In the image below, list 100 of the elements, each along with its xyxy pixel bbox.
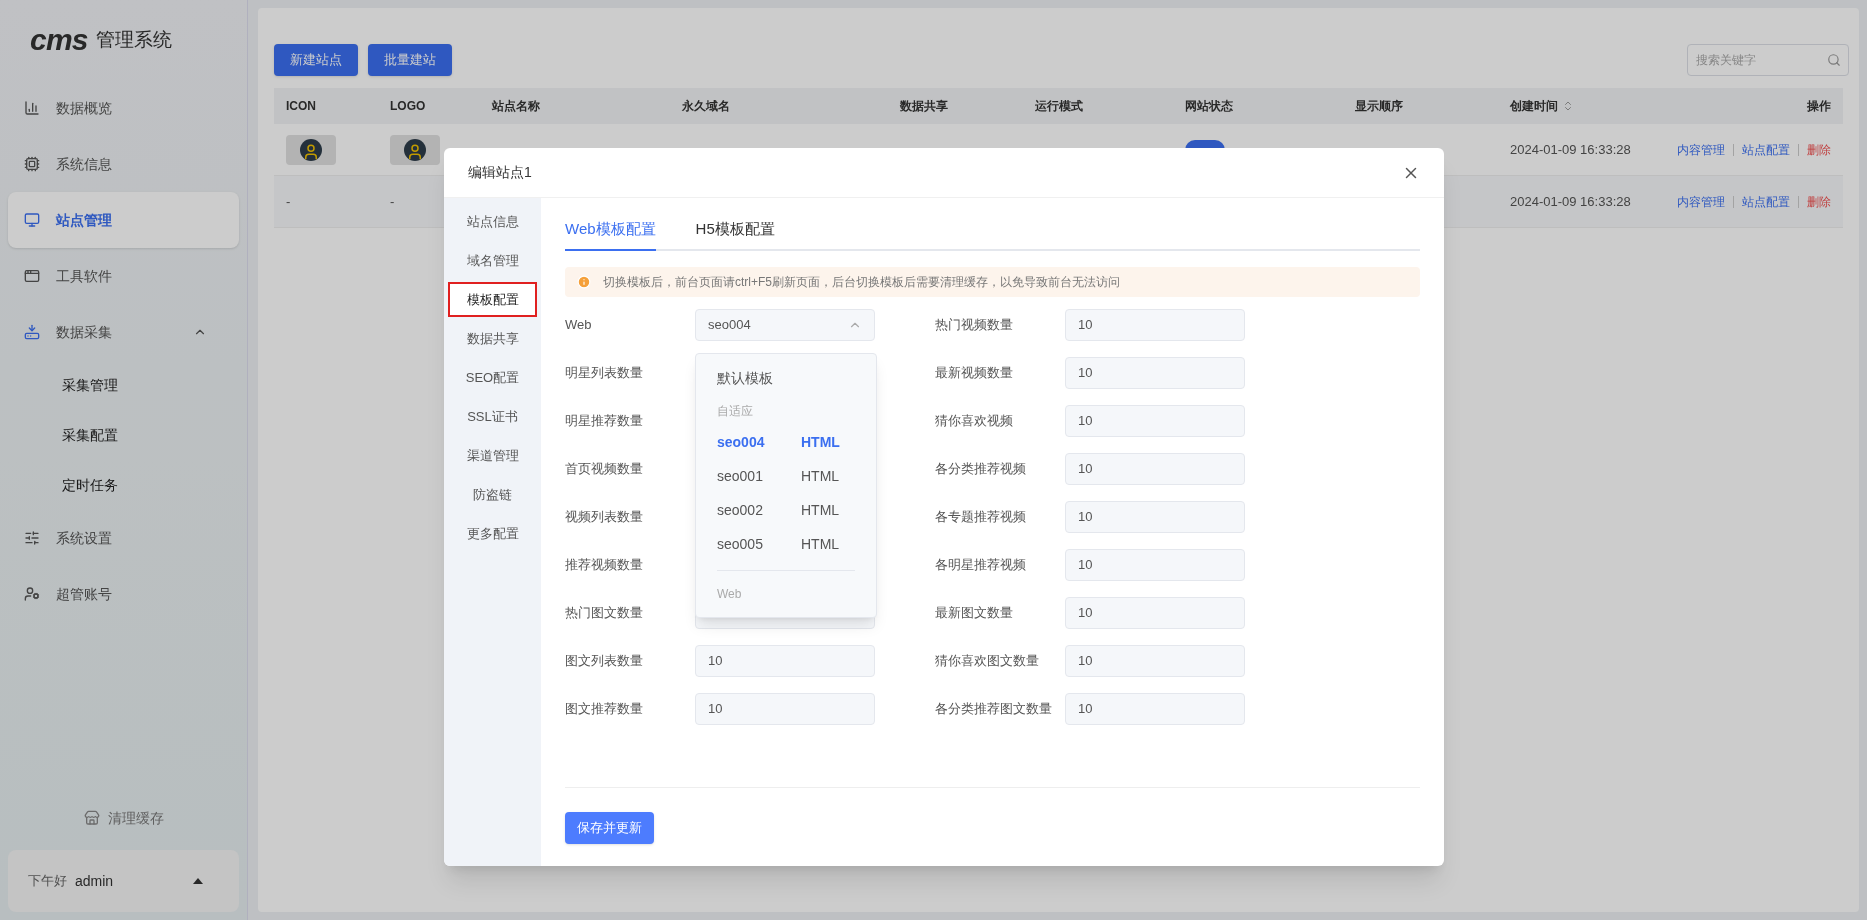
chip-icon (24, 156, 40, 172)
download-box-icon (24, 324, 40, 340)
group-label: Web (716, 585, 743, 603)
sort-icon (1562, 100, 1574, 112)
search-icon (1827, 53, 1841, 67)
info-icon (577, 274, 591, 289)
greeting: 下午好 (28, 872, 67, 891)
logo: cms (30, 25, 88, 55)
table-cell: - (286, 193, 291, 209)
field-label: 热门图文数量 (565, 603, 644, 622)
nav-item[interactable]: 系统设置 (8, 510, 239, 566)
modal-nav-item[interactable]: 数据共享 (448, 321, 537, 356)
field-label: 猜你喜欢图文数量 (935, 651, 1040, 670)
number-input[interactable]: 10 (1065, 596, 1245, 629)
window-icon (24, 268, 40, 284)
toolbar-button[interactable]: 新建站点 (274, 44, 358, 76)
modal-nav-item[interactable]: 模板配置 (448, 282, 537, 317)
column-header: 网站状态 (1185, 98, 1233, 115)
template-select[interactable]: seo004 (695, 308, 875, 341)
clear-cache-link[interactable]: 清理缓存 (107, 807, 164, 829)
modal-nav-item[interactable]: SSL证书 (448, 399, 537, 434)
tab[interactable]: Web模板配置 (565, 214, 656, 251)
field-label: 各明星推荐视频 (935, 555, 1027, 574)
user-gear-icon (24, 586, 40, 602)
field-label: 首页视频数量 (565, 459, 644, 478)
dropdown-option[interactable]: seo001 HTML (696, 459, 876, 494)
table-cell-text: 2024-01-09 16:33:28 (1510, 192, 1631, 211)
user-card[interactable]: 下午好 admin (8, 850, 239, 912)
column-header: 数据共享 (900, 98, 948, 115)
number-input[interactable]: 10 (695, 692, 875, 725)
number-input[interactable]: 10 (1065, 308, 1245, 341)
avatar-thumbnail (286, 134, 336, 165)
modal-nav-item[interactable]: 站点信息 (448, 204, 537, 239)
action-link[interactable]: 内容管理 (1677, 192, 1725, 211)
monitor-icon (24, 212, 40, 228)
field-label: 图文列表数量 (565, 651, 644, 670)
field-label: 猜你喜欢视频 (935, 411, 1014, 430)
column-header: 站点名称 (492, 98, 540, 115)
store-icon (83, 810, 100, 826)
dropdown-option[interactable]: 默认模板 (696, 361, 876, 396)
dropdown-option[interactable]: seo002 HTML (696, 493, 876, 528)
number-input[interactable]: 10 (1065, 692, 1245, 725)
table-cell: - (390, 193, 395, 209)
number-input[interactable]: 10 (695, 644, 875, 677)
caret-up-icon (193, 878, 203, 884)
tab[interactable]: H5模板配置 (695, 214, 775, 251)
field-label: 明星推荐数量 (565, 411, 644, 430)
number-input[interactable]: 10 (1065, 452, 1245, 485)
search-field[interactable]: 搜索关键字 (1687, 44, 1849, 76)
nav-subitem[interactable]: 定时任务 (8, 460, 239, 510)
modal-title: 编辑站点1 (468, 163, 533, 182)
number-input[interactable]: 10 (1065, 356, 1245, 389)
nav-subitem[interactable]: 采集管理 (8, 360, 239, 410)
nav-subitem[interactable]: 采集配置 (8, 410, 239, 460)
number-input[interactable]: 10 (1065, 500, 1245, 533)
dropdown-option[interactable]: seo005 HTML (696, 527, 876, 562)
column-header: LOGO (390, 98, 426, 115)
modal-nav-item[interactable]: 防盗链 (448, 477, 537, 512)
avatar-thumbnail (390, 134, 440, 165)
sliders-icon (24, 530, 40, 546)
table-cell-text: 2024-01-09 16:33:28 (1510, 140, 1631, 159)
field-label: 热门视频数量 (935, 315, 1014, 334)
nav-item[interactable]: 超管账号 (8, 566, 239, 622)
bar-chart-icon (24, 100, 40, 116)
nav-item[interactable]: 数据概览 (8, 80, 239, 136)
column-header: 操作 (1807, 99, 1831, 113)
field-label: 推荐视频数量 (565, 555, 644, 574)
nav-item[interactable]: 站点管理 (8, 192, 239, 248)
action-link[interactable]: 站点配置 (1742, 140, 1790, 159)
column-header: 运行模式 (1035, 98, 1083, 115)
number-input[interactable]: 10 (1065, 404, 1245, 437)
alert-text: 切换模板后，前台页面请ctrl+F5刷新页面，后台切换模板后需要清理缓存，以免导致前台无法访问 (603, 273, 1120, 291)
nav-item[interactable]: 工具软件 (8, 248, 239, 304)
field-label: 视频列表数量 (565, 507, 644, 526)
dropdown-option[interactable]: seo004 HTML (696, 425, 876, 460)
toolbar-button[interactable]: 批量建站 (368, 44, 452, 76)
field-label: 各分类推荐视频 (935, 459, 1027, 478)
field-label: 图文推荐数量 (565, 699, 644, 718)
field-label: 最新图文数量 (935, 603, 1014, 622)
field-label: 各专题推荐视频 (935, 507, 1027, 526)
group-label: 自适应 (716, 402, 754, 420)
number-input[interactable]: 10 (1065, 548, 1245, 581)
field-label: 各分类推荐图文数量 (935, 699, 1053, 718)
field-label: 最新视频数量 (935, 363, 1014, 382)
modal-nav-item[interactable]: 域名管理 (448, 243, 537, 278)
action-link[interactable]: 站点配置 (1742, 192, 1790, 211)
nav-item[interactable]: 数据采集 (8, 304, 239, 360)
field-label: 明星列表数量 (565, 363, 644, 382)
save-button[interactable]: 保存并更新 (565, 812, 654, 844)
column-header: 显示顺序 (1355, 98, 1403, 115)
nav-item[interactable]: 系统信息 (8, 136, 239, 192)
number-input[interactable]: 10 (1065, 644, 1245, 677)
column-header: 永久域名 (682, 98, 730, 115)
modal-nav-item[interactable]: 更多配置 (448, 516, 537, 551)
action-link[interactable]: 内容管理 (1677, 140, 1725, 159)
column-header: ICON (286, 98, 316, 115)
app-title: 管理系统 (95, 27, 172, 52)
modal-nav-item[interactable]: SEO配置 (448, 360, 537, 395)
modal-nav-item[interactable]: 渠道管理 (448, 438, 537, 473)
field-label: Web (565, 315, 593, 334)
